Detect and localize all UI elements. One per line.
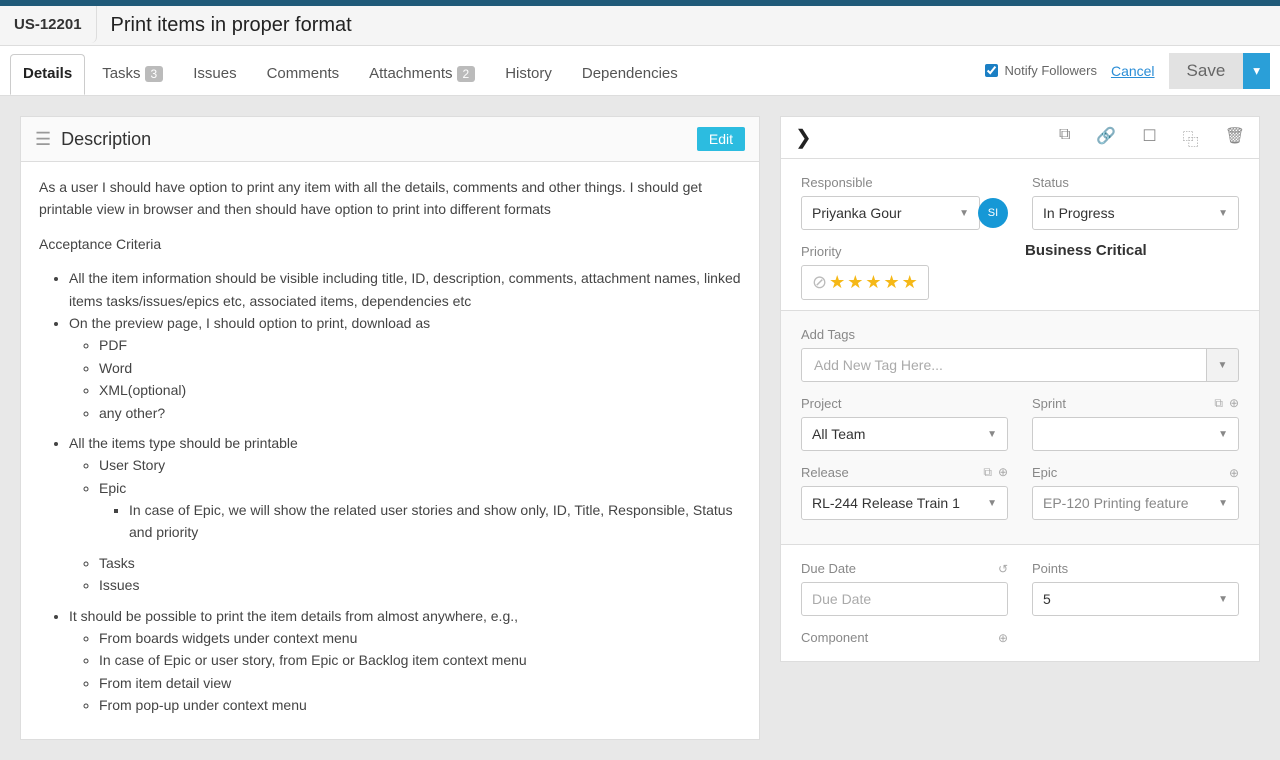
tab-history[interactable]: History: [492, 54, 565, 95]
tab-tasks[interactable]: Tasks3: [89, 54, 176, 95]
delete-icon[interactable]: 🗑: [1225, 126, 1245, 150]
project-label: Project: [801, 396, 1008, 411]
points-label: Points: [1032, 561, 1239, 576]
release-label: Release: [801, 465, 849, 480]
sprint-label: Sprint: [1032, 396, 1066, 411]
header: US-12201 Print items in proper format: [0, 6, 1280, 46]
status-select[interactable]: In Progress▼: [1032, 196, 1239, 230]
priority-label: Priority: [801, 244, 1001, 259]
drag-icon: ☰: [35, 129, 51, 150]
duedate-label: Due Date: [801, 561, 856, 576]
epic-label: Epic: [1032, 465, 1057, 480]
item-title: Print items in proper format: [97, 6, 366, 45]
reset-icon[interactable]: ↺: [998, 562, 1008, 576]
tags-dropdown[interactable]: ▼: [1207, 348, 1239, 382]
description-body: As a user I should have option to print …: [21, 162, 759, 739]
bookmark-icon[interactable]: ☐: [1142, 126, 1156, 150]
sprint-select[interactable]: ▼: [1032, 417, 1239, 451]
release-select[interactable]: RL-244 Release Train 1▼: [801, 486, 1008, 520]
points-select[interactable]: 5▼: [1032, 582, 1239, 616]
tab-attachments[interactable]: Attachments2: [356, 54, 488, 95]
component-label: Component: [801, 630, 868, 645]
priority-stars[interactable]: ⊘ ★★★★★: [801, 265, 929, 300]
addtags-label: Add Tags: [801, 327, 1239, 342]
copy-icon[interactable]: ⧉: [1059, 126, 1070, 150]
duplicate-icon[interactable]: ⿻: [1183, 126, 1199, 150]
collapse-icon[interactable]: ❯: [795, 125, 812, 150]
status-label: Status: [1032, 175, 1239, 190]
no-priority-icon: ⊘: [812, 272, 827, 293]
add-icon[interactable]: ⊕: [1229, 466, 1239, 480]
save-button[interactable]: Save: [1169, 53, 1244, 89]
priority-text: Business Critical: [1025, 242, 1147, 259]
responsible-label: Responsible: [801, 175, 1008, 190]
tab-dependencies[interactable]: Dependencies: [569, 54, 691, 95]
tabs-row: Details Tasks3 Issues Comments Attachmen…: [0, 46, 1280, 96]
responsible-select[interactable]: Priyanka Gour▼: [801, 196, 980, 230]
cancel-link[interactable]: Cancel: [1111, 63, 1155, 79]
edit-button[interactable]: Edit: [697, 127, 745, 151]
project-select[interactable]: All Team▼: [801, 417, 1008, 451]
add-icon[interactable]: ⊕: [998, 465, 1008, 480]
add-icon[interactable]: ⊕: [1229, 396, 1239, 411]
description-heading: Description: [61, 129, 151, 150]
tags-input[interactable]: Add New Tag Here...: [801, 348, 1207, 382]
popup-icon[interactable]: ⧉: [1214, 396, 1223, 411]
tab-details[interactable]: Details: [10, 54, 85, 95]
popup-icon[interactable]: ⧉: [983, 465, 992, 480]
link-icon[interactable]: 🔗: [1096, 126, 1116, 150]
item-id: US-12201: [0, 6, 97, 43]
tab-issues[interactable]: Issues: [180, 54, 249, 95]
save-dropdown[interactable]: ▾: [1243, 53, 1270, 89]
epic-select[interactable]: EP-120 Printing feature▼: [1032, 486, 1239, 520]
add-icon[interactable]: ⊕: [998, 631, 1008, 645]
tab-comments[interactable]: Comments: [254, 54, 353, 95]
duedate-input[interactable]: Due Date: [801, 582, 1008, 616]
notify-followers-checkbox[interactable]: Notify Followers: [985, 63, 1096, 78]
avatar: SI: [978, 198, 1008, 228]
